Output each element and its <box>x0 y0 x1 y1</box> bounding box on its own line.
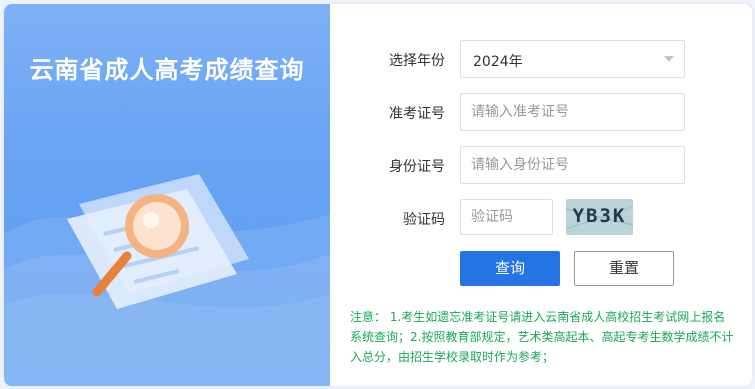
year-select[interactable]: 2024年 <box>460 40 685 78</box>
id-no-input[interactable] <box>460 146 685 184</box>
id-no-label: 身份证号 <box>389 159 445 175</box>
document-search-illustration <box>67 174 249 309</box>
exam-no-label: 准考证号 <box>389 106 445 122</box>
exam-no-input[interactable] <box>460 93 685 131</box>
captcha-text: YB3K <box>572 205 627 227</box>
banner-panel: 云南省成人高考成绩查询 <box>4 4 330 386</box>
query-form: 选择年份 2024年 准考证号 身份证号 验证码 YB3K 查询 重置 注意： … <box>330 4 752 386</box>
captcha-label: 验证码 <box>403 212 445 228</box>
chevron-down-icon <box>664 56 674 62</box>
query-card: 云南省成人高考成绩查询 选择年份 2024年 准考证号 身份证号 <box>4 4 752 386</box>
query-button[interactable]: 查询 <box>460 251 560 286</box>
captcha-input[interactable] <box>460 199 553 235</box>
banner-title: 云南省成人高考成绩查询 <box>29 56 305 84</box>
reset-button[interactable]: 重置 <box>574 251 674 286</box>
year-label: 选择年份 <box>389 53 445 69</box>
captcha-image[interactable]: YB3K <box>566 199 633 235</box>
notice-text: 注意： 1.考生如遗忘准考证号请进入云南省成人高校招生考试网上报名系统查询；2.… <box>350 310 734 364</box>
year-select-value: 2024年 <box>473 54 523 70</box>
